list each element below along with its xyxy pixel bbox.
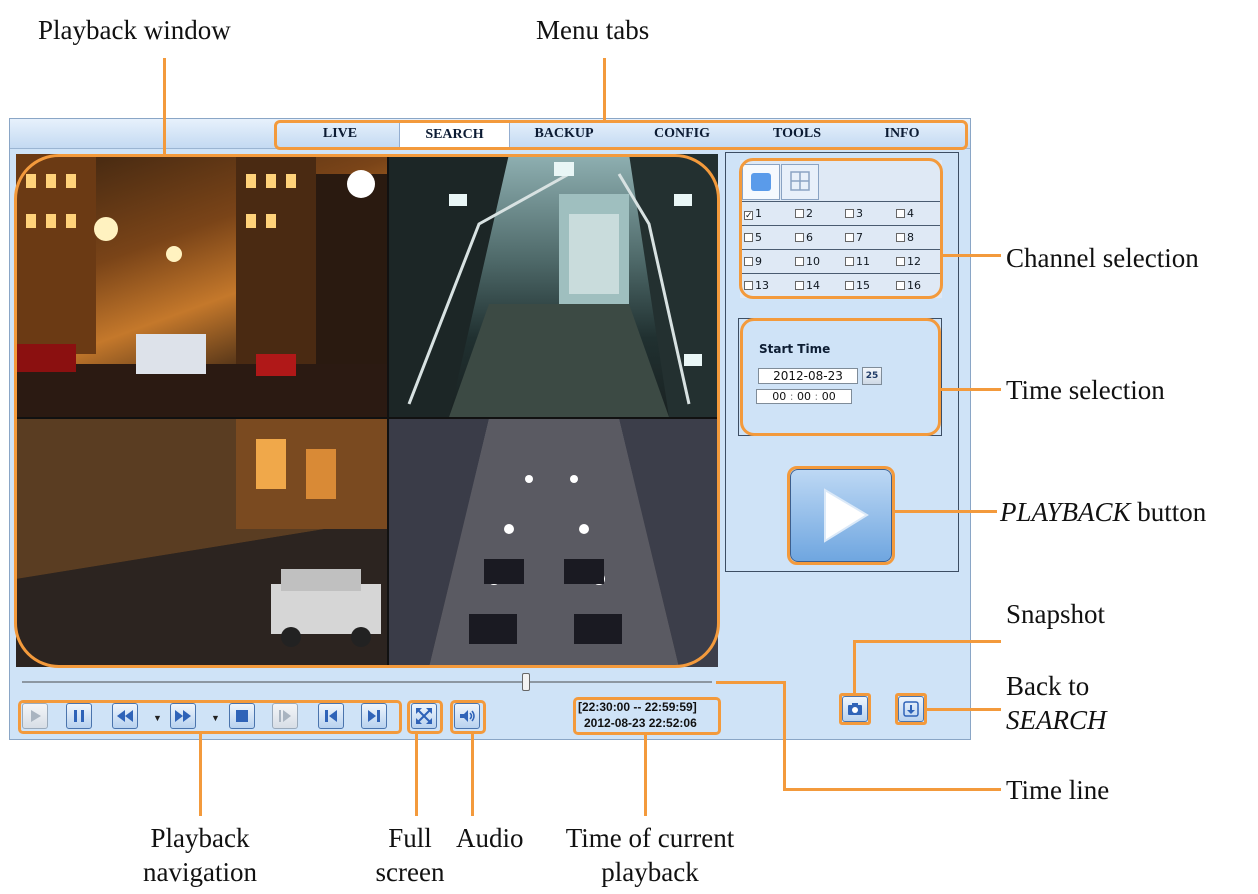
callout-playback-button: PLAYBACK button: [1000, 496, 1206, 528]
full-screen-leader: [415, 734, 418, 816]
callout-audio: Audio: [456, 823, 524, 853]
snapshot-leader-h: [853, 640, 1001, 643]
callout-menu-tabs: Menu tabs: [536, 15, 650, 45]
callout-playback-window: Playback window: [38, 15, 231, 45]
callout-full-screen-line1: Full: [388, 823, 432, 853]
time-current-highlight: [573, 697, 721, 735]
full-screen-highlight: [407, 700, 443, 734]
callout-back-to-line2: SEARCH: [1006, 705, 1107, 735]
channel-selection-highlight: [739, 158, 943, 299]
time-selection-leader: [941, 388, 1001, 391]
callout-snapshot: Snapshot: [1006, 599, 1106, 629]
callout-back-to-line1: Back to: [1006, 671, 1090, 701]
callout-time-current-line1: Time of current: [565, 823, 735, 853]
back-leader: [927, 708, 1001, 711]
playback-navigation-leader: [199, 734, 202, 816]
callout-playback-nav-line2: navigation: [143, 857, 257, 887]
menu-tabs-leader: [603, 58, 606, 120]
callout-playback-nav-line1: Playback: [150, 823, 250, 853]
time-selection-highlight: [740, 318, 941, 436]
playback-window-leader: [163, 58, 166, 156]
menu-tabs-highlight: [274, 120, 968, 150]
timeline[interactable]: [16, 671, 716, 693]
snapshot-leader-v: [853, 642, 856, 693]
timeline-track[interactable]: [22, 681, 712, 683]
timeline-leader-h1: [716, 681, 786, 684]
audio-leader: [471, 734, 474, 816]
playback-navigation-highlight: [18, 700, 402, 734]
timeline-leader-v: [783, 681, 786, 791]
callout-playback-button-emph: PLAYBACK: [1000, 497, 1131, 527]
callout-time-line: Time line: [1006, 775, 1110, 805]
back-highlight: [895, 693, 927, 725]
timeline-leader-h2: [783, 788, 1001, 791]
playback-button-leader: [895, 510, 997, 513]
playback-button-highlight: [787, 466, 895, 565]
callout-full-screen-line2: screen: [375, 857, 445, 887]
callout-time-selection: Time selection: [1006, 375, 1165, 405]
audio-highlight: [450, 700, 486, 734]
timeline-thumb[interactable]: [522, 673, 530, 691]
time-current-leader: [644, 735, 647, 816]
callout-time-current-line2: playback: [601, 857, 699, 887]
callout-playback-button-rest: button: [1130, 497, 1207, 527]
channel-selection-leader: [943, 254, 1001, 257]
callout-channel-selection: Channel selection: [1006, 243, 1199, 273]
snapshot-highlight: [839, 693, 871, 725]
playback-window-highlight: [14, 154, 720, 668]
